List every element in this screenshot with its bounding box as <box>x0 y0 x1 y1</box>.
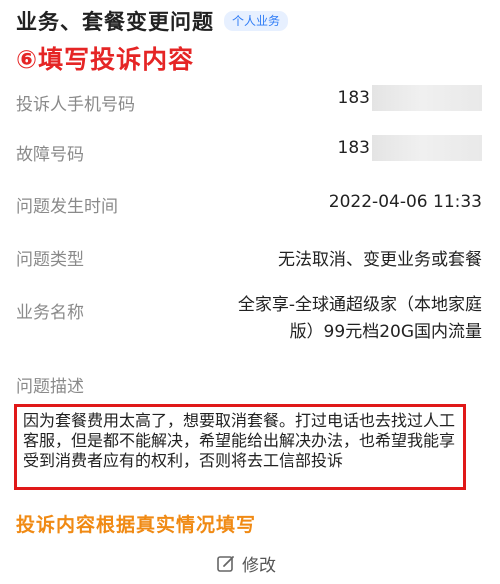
category-tag: 个人业务 <box>224 11 289 31</box>
step-heading: ⑥填写投诉内容 <box>16 45 195 74</box>
time-value[interactable]: 2022-04-06 11:33 <box>329 192 482 212</box>
header: 业务、套餐变更问题 个人业务 <box>16 6 289 36</box>
business-name-value[interactable]: 全家享-全球通超级家（本地家庭 版）99元档20G国内流量 <box>222 292 482 346</box>
time-label: 问题发生时间 <box>16 197 118 217</box>
fault-number-value: 183 <box>338 135 482 161</box>
tip-text: 投诉内容根据真实情况填写 <box>16 514 257 536</box>
edit-icon <box>217 555 234 572</box>
edit-button[interactable]: 修改 <box>216 551 276 576</box>
page-title: 业务、套餐变更问题 <box>16 10 214 34</box>
description-textarea[interactable]: 因为套餐费用太高了，想要取消套餐。打过电话也去找过人工客服，但是都不能解决，希望… <box>14 404 466 490</box>
problem-type-label: 问题类型 <box>16 250 84 270</box>
problem-type-value[interactable]: 无法取消、变更业务或套餐 <box>278 245 482 270</box>
phone-label: 投诉人手机号码 <box>16 95 135 115</box>
fault-number-label: 故障号码 <box>16 145 84 165</box>
edit-button-label: 修改 <box>242 556 276 576</box>
fault-number-value-text: 183 <box>337 138 370 158</box>
phone-value-text: 183 <box>337 88 370 108</box>
phone-value: 183 <box>338 85 482 111</box>
masked-digits <box>372 85 482 111</box>
business-name-line: 版）99元档20G国内流量 <box>289 322 482 342</box>
description-label: 问题描述 <box>16 377 84 397</box>
masked-digits <box>372 135 482 161</box>
business-name-label: 业务名称 <box>16 303 84 323</box>
business-name-line: 全家享-全球通超级家（本地家庭 <box>237 295 482 315</box>
